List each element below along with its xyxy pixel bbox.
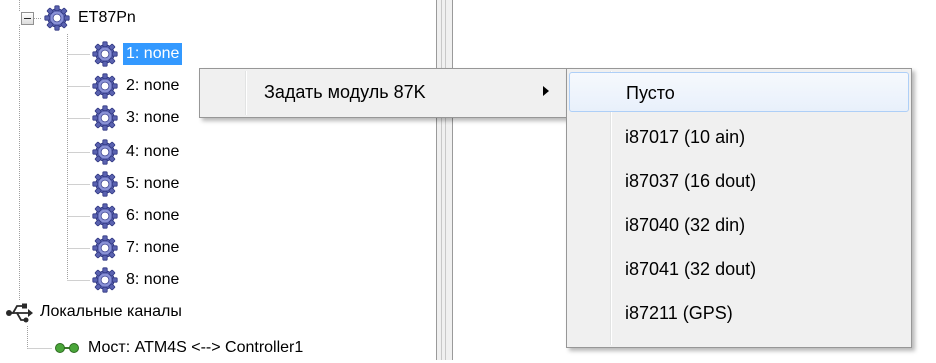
menu-item-label: Задать модуль 87K <box>264 82 426 102</box>
gear-icon <box>92 73 118 99</box>
tree-node-label: 6: none <box>126 207 180 224</box>
tree-node-label: Локальные каналы <box>40 303 182 320</box>
tree-node-root[interactable]: ET87Pn <box>42 3 139 33</box>
usb-icon <box>6 303 33 323</box>
tree-node-local-channels[interactable]: Локальные каналы <box>4 297 185 327</box>
gear-icon <box>92 139 118 165</box>
menu-item-label: i87211 (GPS) <box>625 303 733 323</box>
tree-node-bridge[interactable]: Мост: ATM4S <--> Controller1 <box>52 333 306 363</box>
submenu-item-i87037[interactable]: i87037 (16 dout) <box>569 161 909 201</box>
menu-item-label: i87037 (16 dout) <box>625 171 757 191</box>
menu-item-set-module[interactable]: Задать модуль 87K <box>202 72 567 112</box>
tree-node-module-7[interactable]: 7: none <box>90 233 182 263</box>
tree-node-module-1[interactable]: 1: none <box>90 39 183 69</box>
tree-node-label: 1: none <box>123 43 183 65</box>
tree-node-module-3[interactable]: 3: none <box>90 103 182 133</box>
gear-icon <box>92 235 118 261</box>
submenu-arrow-icon <box>543 86 549 96</box>
tree-node-module-6[interactable]: 6: none <box>90 201 182 231</box>
tree-node-label: 2: none <box>126 77 180 94</box>
tree-node-label: 7: none <box>126 239 180 256</box>
submenu-item-i87017[interactable]: i87017 (10 ain) <box>569 117 909 157</box>
pane-splitter[interactable] <box>436 0 453 360</box>
tree-node-module-8[interactable]: 8: none <box>90 265 182 295</box>
submenu-item-empty[interactable]: Пусто <box>569 72 909 112</box>
gear-icon <box>92 41 118 67</box>
tree-node-label: 5: none <box>126 175 180 192</box>
menu-item-label: i87040 (32 din) <box>625 215 746 235</box>
gear-icon <box>92 267 118 293</box>
tree-node-module-4[interactable]: 4: none <box>90 137 182 167</box>
tree-node-label: Мост: ATM4S <--> Controller1 <box>88 339 304 356</box>
tree-node-label: ET87Pn <box>78 9 136 26</box>
tree-node-label: 4: none <box>126 143 180 160</box>
minus-box-icon[interactable] <box>21 12 34 25</box>
gear-icon <box>44 5 70 31</box>
submenu-item-i87040[interactable]: i87040 (32 din) <box>569 205 909 245</box>
context-menu: Задать модуль 87K <box>199 68 570 118</box>
splitter-groove <box>441 0 446 360</box>
link-icon <box>55 343 79 353</box>
gear-icon <box>92 203 118 229</box>
submenu-item-i87041[interactable]: i87041 (32 dout) <box>569 249 909 289</box>
gear-icon <box>92 105 118 131</box>
tree-node-module-2[interactable]: 2: none <box>90 71 182 101</box>
submenu: Пусто i87017 (10 ain) i87037 (16 dout) i… <box>566 68 912 348</box>
menu-item-label: i87017 (10 ain) <box>625 127 746 147</box>
tree-node-label: 8: none <box>126 271 180 288</box>
tree-node-module-5[interactable]: 5: none <box>90 169 182 199</box>
menu-item-label: Пусто <box>626 83 675 103</box>
tree-pane[interactable]: ET87Pn 1: none 2: none 3: none 4: none 5… <box>0 0 436 360</box>
tree-node-label: 3: none <box>126 109 180 126</box>
menu-item-label: i87041 (32 dout) <box>625 259 757 279</box>
submenu-item-i87211[interactable]: i87211 (GPS) <box>569 293 909 333</box>
gear-icon <box>92 171 118 197</box>
